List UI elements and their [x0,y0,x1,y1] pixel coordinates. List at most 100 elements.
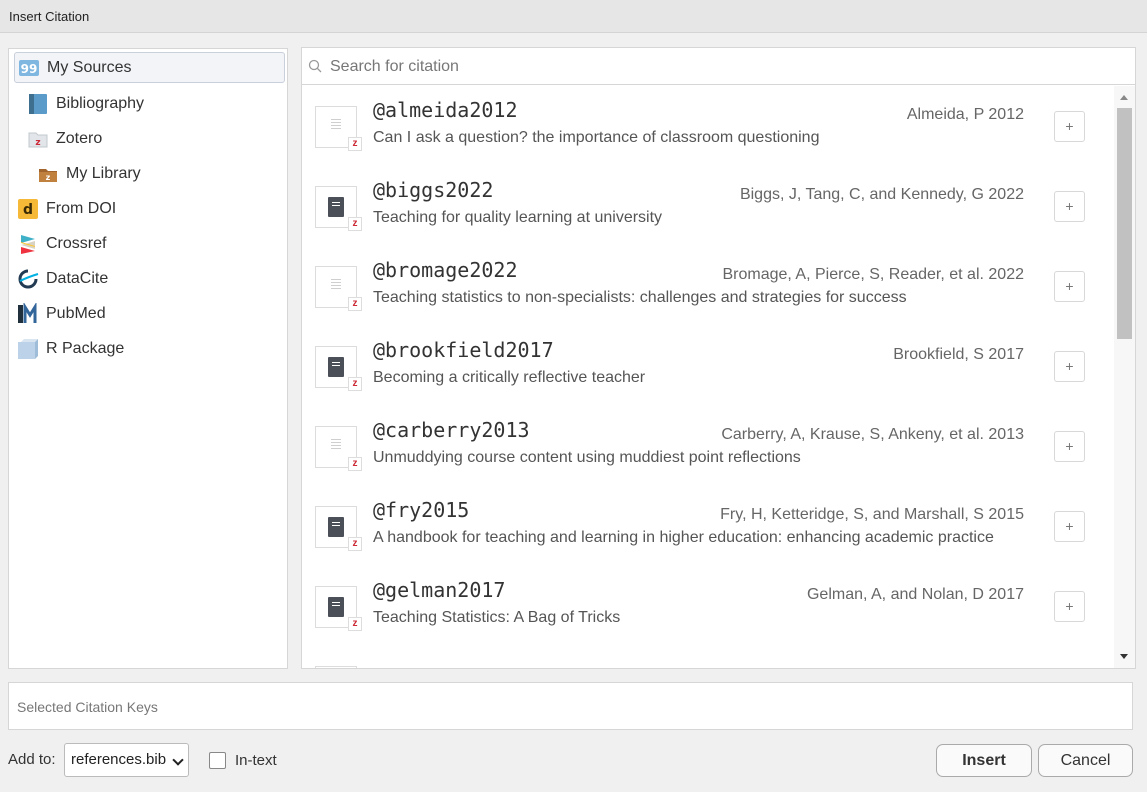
add-citation-button[interactable]: + [1054,511,1085,542]
add-citation-button[interactable]: + [1054,271,1085,302]
document-icon: z [315,266,362,311]
citation-title: Can I ask a question? the importance of … [373,129,820,146]
zotero-folder-icon: z [27,128,49,150]
bibliography-file-value: references.bib [71,751,167,768]
add-citation-button[interactable]: + [1054,431,1085,462]
citation-row[interactable]: z @brookfield2017 Becoming a critically … [302,326,1114,406]
citation-row[interactable]: z @bromage2022 Teaching statistics to no… [302,246,1114,326]
citations-panel: z @almeida2012 Can I ask a question? the… [301,47,1136,669]
pubmed-icon [17,301,39,325]
source-label: Bibliography [56,94,145,112]
source-my-sources[interactable]: 99 My Sources [14,52,285,83]
document-icon [315,666,357,668]
cancel-button[interactable]: Cancel [1038,744,1133,777]
citation-authors: Almeida, P 2012 [906,106,1024,123]
dialog-title: Insert Citation [0,0,1147,33]
citation-title: Teaching for quality learning at univers… [373,209,663,226]
citation-key: @fry2015 [373,498,470,522]
book-icon: z [315,186,362,231]
selected-citation-keys-field[interactable]: Selected Citation Keys [8,682,1133,730]
document-icon: z [315,426,362,471]
citation-key: @almeida2012 [373,98,518,122]
datacite-icon [17,268,39,290]
add-to-label: Add to: [8,751,56,768]
insert-button[interactable]: Insert [936,744,1032,777]
zotero-badge-icon: z [348,217,362,231]
citation-row[interactable]: z @gelman2017 Teaching Statistics: A Bag… [302,566,1114,646]
source-r-package[interactable]: R Package [17,333,124,364]
citation-key: @gelman2017 [373,578,506,602]
source-my-library[interactable]: z My Library [37,158,141,189]
citation-row[interactable]: z @almeida2012 Can I ask a question? the… [302,86,1114,166]
citation-authors: Carberry, A, Krause, S, Ankeny, et al. 2… [721,426,1024,443]
chevron-down-icon [172,754,184,766]
citation-title: Teaching statistics to non-specialists: … [373,289,907,306]
citation-authors: Brookfield, S 2017 [893,346,1024,363]
zotero-badge-icon: z [348,137,362,151]
zotero-badge-icon: z [348,457,362,471]
svg-text:z: z [46,173,51,182]
search-bar [302,48,1135,85]
source-label: My Sources [47,58,132,76]
citation-title: Unmuddying course content using muddiest… [373,449,801,466]
citation-authors: Biggs, J, Tang, C, and Kennedy, G 2022 [739,186,1024,203]
citation-title: Teaching Statistics: A Bag of Tricks [373,609,621,626]
scroll-up-arrow-icon[interactable] [1120,95,1128,100]
zotero-badge-icon: z [348,617,362,631]
quote-icon: 99 [18,57,40,79]
citation-authors: Gelman, A, and Nolan, D 2017 [806,586,1024,603]
source-label: Zotero [56,129,103,147]
citation-authors: Fry, H, Ketteridge, S, and Marshall, S 2… [720,506,1024,523]
add-citation-button[interactable]: + [1054,191,1085,222]
source-label: DataCite [46,269,109,287]
citation-list-scrollbar[interactable] [1114,86,1135,668]
crossref-icon [17,233,39,255]
citation-key: @bromage2022 [373,258,518,282]
document-icon: z [315,106,362,151]
svg-text:z: z [35,138,40,148]
book-icon: z [315,346,362,391]
citation-row[interactable]: z @biggs2022 Teaching for quality learni… [302,166,1114,246]
book-icon: z [315,586,362,631]
source-pubmed[interactable]: PubMed [17,298,106,329]
in-text-label: In-text [235,752,277,769]
citation-key: @biggs2022 [373,178,494,202]
svg-text:99: 99 [21,62,38,76]
citation-title: Becoming a critically reflective teacher [373,369,646,386]
citation-key: @brookfield2017 [373,338,554,362]
citation-authors: Bromage, A, Pierce, S, Reader, et al. 20… [722,266,1024,283]
in-text-checkbox[interactable] [209,752,226,769]
citation-title: A handbook for teaching and learning in … [373,529,994,546]
add-citation-button[interactable]: + [1054,351,1085,382]
scroll-down-arrow-icon[interactable] [1120,654,1128,659]
citation-list: z @almeida2012 Can I ask a question? the… [302,86,1114,668]
source-from-doi[interactable]: d From DOI [17,193,116,224]
source-datacite[interactable]: DataCite [17,263,108,294]
zotero-badge-icon: z [348,297,362,311]
scrollbar-thumb[interactable] [1117,108,1132,339]
source-bibliography[interactable]: Bibliography [27,88,144,119]
search-icon [308,59,322,78]
book-icon [27,93,49,115]
citation-key: @carberry2013 [373,418,530,442]
citation-row-partial[interactable] [302,646,1114,668]
source-label: My Library [66,164,141,182]
library-folder-icon: z [37,163,59,185]
source-zotero[interactable]: z Zotero [27,123,102,154]
source-label: Crossref [46,234,107,252]
source-label: PubMed [46,304,106,322]
citation-row[interactable]: z @carberry2013 Unmuddying course conten… [302,406,1114,486]
search-input[interactable] [328,55,1118,79]
book-icon: z [315,506,362,551]
zotero-badge-icon: z [348,377,362,391]
citation-row[interactable]: z @fry2015 A handbook for teaching and l… [302,486,1114,566]
doi-icon: d [17,198,39,220]
add-citation-button[interactable]: + [1054,111,1085,142]
add-citation-button[interactable]: + [1054,591,1085,622]
source-crossref[interactable]: Crossref [17,228,106,259]
bibliography-file-select[interactable]: references.bib [64,743,189,777]
package-icon [17,338,39,360]
source-label: R Package [46,339,125,357]
zotero-badge-icon: z [348,537,362,551]
source-label: From DOI [46,199,117,217]
